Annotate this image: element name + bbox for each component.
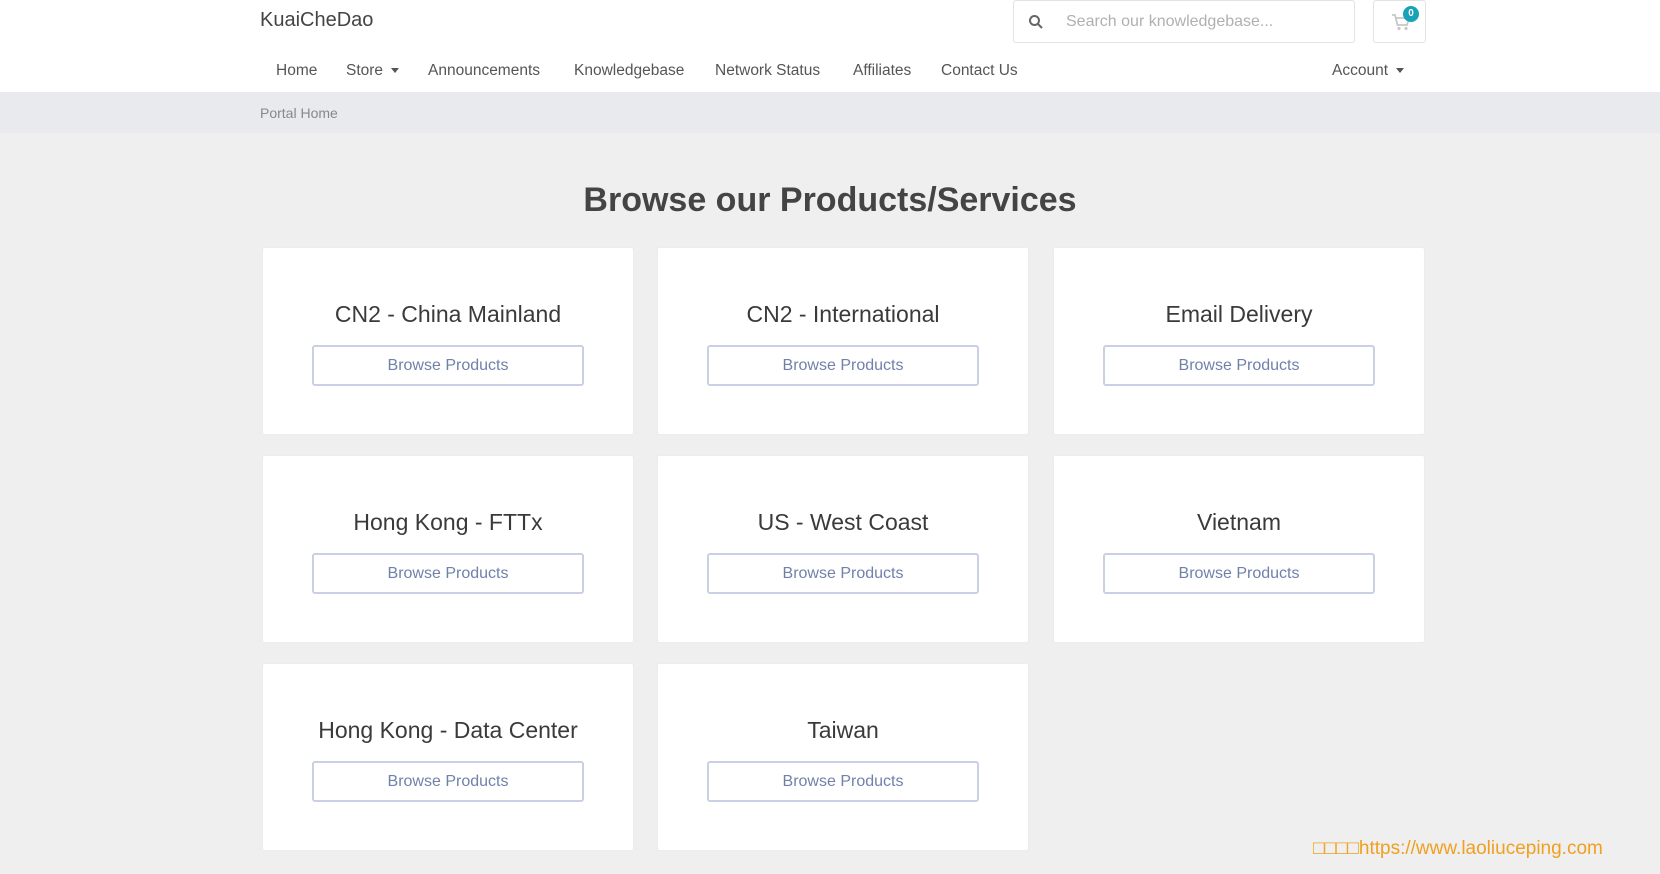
search-icon <box>1028 14 1044 30</box>
browse-products-button[interactable]: Browse Products <box>312 761 584 802</box>
breadcrumb-bar: Portal Home <box>0 92 1660 133</box>
nav-announcements[interactable]: Announcements <box>428 62 540 80</box>
product-card: Taiwan Browse Products <box>657 663 1029 851</box>
product-card-title: Email Delivery <box>1165 301 1313 327</box>
browse-products-button[interactable]: Browse Products <box>1103 553 1375 594</box>
caret-down-icon <box>391 68 400 74</box>
product-card: CN2 - International Browse Products <box>657 247 1029 435</box>
nav-contact-us[interactable]: Contact Us <box>941 62 1018 80</box>
product-card-title: Hong Kong - Data Center <box>318 717 578 743</box>
main-nav: Home Store Announcements Knowledgebase N… <box>0 58 1660 88</box>
nav-store-label: Store <box>346 62 384 79</box>
product-card-title: CN2 - International <box>746 301 940 327</box>
nav-account-label: Account <box>1332 62 1389 79</box>
product-card-title: Hong Kong - FTTx <box>353 509 543 535</box>
nav-store[interactable]: Store <box>346 62 400 80</box>
brand-logo[interactable]: KuaiCheDao <box>260 9 373 32</box>
search-box[interactable] <box>1013 0 1355 43</box>
product-card-title: Vietnam <box>1197 509 1281 535</box>
browse-products-button[interactable]: Browse Products <box>707 345 979 386</box>
product-card-title: CN2 - China Mainland <box>334 301 562 327</box>
product-card-title: Taiwan <box>807 717 879 743</box>
product-card: Vietnam Browse Products <box>1053 455 1425 643</box>
browse-products-button[interactable]: Browse Products <box>707 761 979 802</box>
breadcrumb[interactable]: Portal Home <box>260 105 338 121</box>
page-title: Browse our Products/Services <box>583 181 1077 219</box>
product-card-title: US - West Coast <box>757 509 929 535</box>
browse-products-button[interactable]: Browse Products <box>312 345 584 386</box>
nav-home[interactable]: Home <box>276 62 317 80</box>
caret-down-icon <box>1396 68 1405 74</box>
browse-products-button[interactable]: Browse Products <box>707 553 979 594</box>
browse-products-button[interactable]: Browse Products <box>312 553 584 594</box>
watermark-text: □□□□https://www.laoliuceping.com <box>1313 838 1603 859</box>
header: KuaiCheDao 0 Home Store Announcements Kn… <box>0 0 1660 92</box>
nav-knowledgebase[interactable]: Knowledgebase <box>574 62 684 80</box>
product-card: CN2 - China Mainland Browse Products <box>262 247 634 435</box>
cart-count-badge: 0 <box>1403 6 1419 22</box>
nav-affiliates[interactable]: Affiliates <box>853 62 911 80</box>
product-card: Hong Kong - Data Center Browse Products <box>262 663 634 851</box>
product-card: US - West Coast Browse Products <box>657 455 1029 643</box>
product-card: Hong Kong - FTTx Browse Products <box>262 455 634 643</box>
cart-button[interactable]: 0 <box>1373 0 1426 43</box>
search-input[interactable] <box>1066 12 1346 31</box>
nav-account[interactable]: Account <box>1332 62 1405 80</box>
nav-network-status[interactable]: Network Status <box>715 62 820 80</box>
product-card: Email Delivery Browse Products <box>1053 247 1425 435</box>
browse-products-button[interactable]: Browse Products <box>1103 345 1375 386</box>
